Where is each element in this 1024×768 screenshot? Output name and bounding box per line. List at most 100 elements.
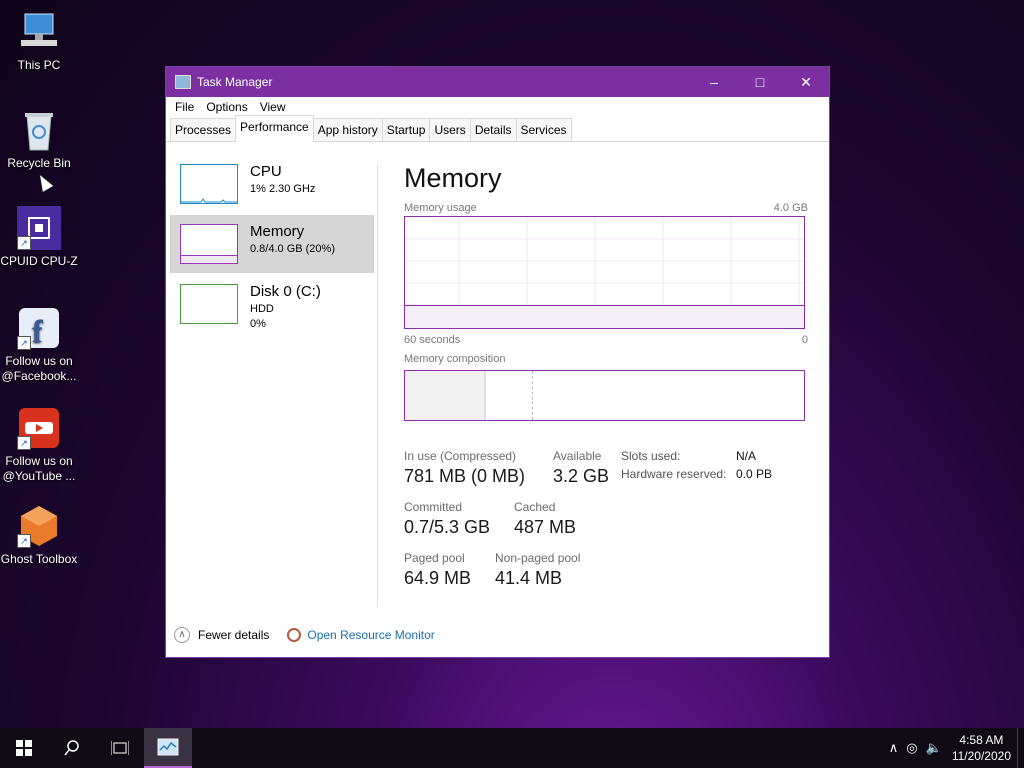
in-use-value: 781 MB (0 MB): [404, 466, 526, 486]
resource-item-cpu[interactable]: CPU 1% 2.30 GHz: [170, 155, 374, 213]
show-desktop-button[interactable]: [1017, 728, 1024, 768]
disk-type: HDD: [250, 303, 274, 315]
clock[interactable]: 4:58 AM 11/20/2020: [952, 732, 1011, 764]
resource-name: Memory: [250, 223, 305, 240]
chevron-up-icon[interactable]: ∧: [174, 627, 190, 643]
resource-item-memory[interactable]: Memory 0.8/4.0 GB (20%): [170, 215, 374, 273]
shortcut-arrow-icon: ↗: [17, 336, 31, 350]
maximize-icon[interactable]: □: [737, 67, 783, 97]
non-paged-pool-value: 41.4 MB: [495, 568, 563, 588]
resource-name: CPU: [250, 163, 282, 180]
taskbar: ∧ ◎ 🔈 4:58 AM 11/20/2020: [0, 728, 1024, 768]
task-view-icon[interactable]: [96, 728, 144, 768]
chevron-up-icon[interactable]: ∧: [889, 740, 899, 756]
composition-in-use: [405, 371, 486, 420]
tab-startup[interactable]: Startup: [381, 118, 431, 141]
fewer-details-link[interactable]: Fewer details: [198, 628, 269, 642]
window-footer: ∧ Fewer details Open Resource Monitor: [174, 625, 435, 645]
task-manager-icon: [175, 75, 191, 89]
performance-content: CPU 1% 2.30 GHz Memory 0.8/4.0 GB (20%) …: [166, 143, 829, 607]
memory-composition-bar: [404, 370, 805, 421]
paged-pool-label: Paged pool: [404, 551, 465, 565]
desktop-icon-ghost-toolbox[interactable]: ↗ Ghost Toolbox: [0, 504, 78, 567]
resource-detail: 1% 2.30 GHz: [250, 183, 316, 195]
menu-bar: File Options View: [166, 97, 829, 117]
page-title: Memory: [404, 163, 502, 193]
cached-label: Cached: [514, 500, 556, 514]
volume-muted-icon[interactable]: 🔈: [926, 740, 942, 756]
menu-options[interactable]: Options: [200, 100, 253, 114]
menu-file[interactable]: File: [169, 100, 200, 114]
desktop-icon-cpu-z[interactable]: ↗ CPUID CPU-Z: [0, 206, 78, 269]
memory-thumbnail-graph: [180, 224, 238, 264]
resource-name: Disk 0 (C:): [250, 283, 321, 300]
tab-app-history[interactable]: App history: [312, 118, 383, 141]
tab-users[interactable]: Users: [429, 118, 471, 141]
cached-value: 487 MB: [514, 517, 577, 537]
slots-used-label: Slots used:: [621, 449, 681, 463]
cpu-z-icon: ↗: [17, 206, 61, 250]
committed-label: Committed: [404, 500, 463, 514]
title-bar[interactable]: Task Manager – □ ✕: [166, 67, 829, 97]
start-button[interactable]: [0, 728, 48, 768]
desktop-icon-facebook[interactable]: f ↗ Follow us on @Facebook...: [0, 306, 78, 384]
facebook-icon: f ↗: [17, 306, 61, 350]
minimize-icon[interactable]: –: [691, 67, 737, 97]
composition-modified: [486, 371, 533, 420]
resource-detail: 0.8/4.0 GB (20%): [250, 243, 335, 255]
tab-performance[interactable]: Performance: [235, 115, 314, 142]
available-label: Available: [553, 449, 602, 463]
desktop-icon-label: Follow us on @Facebook...: [1, 354, 77, 383]
paged-pool-value: 64.9 MB: [404, 568, 472, 588]
shortcut-arrow-icon: ↗: [17, 236, 31, 250]
memory-usage-fill: [405, 304, 804, 328]
tab-bar: Processes Performance App history Startu…: [166, 115, 829, 142]
tab-details[interactable]: Details: [469, 118, 517, 141]
disk-usage: 0%: [250, 318, 266, 330]
window-title: Task Manager: [197, 75, 273, 89]
tab-services[interactable]: Services: [515, 118, 572, 141]
clock-time: 4:58 AM: [959, 733, 1004, 747]
shortcut-arrow-icon: ↗: [17, 436, 31, 450]
search-icon[interactable]: [48, 728, 96, 768]
desktop-icon-label: Recycle Bin: [7, 156, 71, 170]
slots-used-value: N/A: [736, 449, 757, 463]
tab-processes[interactable]: Processes: [170, 118, 237, 141]
taskbar-task-manager[interactable]: [144, 728, 192, 768]
system-tray: ∧ ◎ 🔈 4:58 AM 11/20/2020: [885, 728, 1024, 768]
memory-usage-label: Memory usage: [404, 202, 477, 214]
desktop-icon-youtube[interactable]: ↗ Follow us on @YouTube ...: [0, 406, 78, 484]
in-use-label: In use (Compressed): [404, 449, 517, 463]
non-paged-pool-label: Non-paged pool: [495, 551, 581, 565]
youtube-icon: ↗: [17, 406, 61, 450]
desktop-icon-recycle-bin[interactable]: Recycle Bin: [0, 108, 78, 171]
memory-max-label: 4.0 GB: [773, 202, 808, 214]
menu-view[interactable]: View: [254, 100, 292, 114]
graph-time-right: 0: [801, 334, 808, 346]
desktop-icon-label: Follow us on @YouTube ...: [2, 454, 76, 483]
hardware-reserved-label: Hardware reserved:: [621, 467, 727, 481]
resource-list: CPU 1% 2.30 GHz Memory 0.8/4.0 GB (20%) …: [170, 155, 374, 335]
hardware-reserved-value: 0.0 PB: [736, 467, 773, 481]
resource-monitor-icon: [287, 628, 302, 642]
network-globe-icon[interactable]: ◎: [906, 740, 917, 756]
memory-composition-label: Memory composition: [404, 353, 506, 365]
committed-value: 0.7/5.3 GB: [404, 517, 491, 537]
task-manager-window: Task Manager – □ ✕ File Options View Pro…: [165, 66, 830, 658]
open-resource-monitor-link[interactable]: Open Resource Monitor: [307, 628, 434, 642]
windows-logo-icon: [16, 740, 32, 756]
disk-thumbnail-graph: [180, 284, 238, 324]
computer-icon: [17, 10, 61, 54]
desktop-icon-this-pc[interactable]: This PC: [0, 10, 78, 73]
clock-date: 11/20/2020: [951, 749, 1011, 763]
cpu-thumbnail-graph: [180, 164, 238, 204]
graph-time-left: 60 seconds: [404, 334, 461, 346]
memory-usage-graph: [404, 216, 805, 329]
desktop-icon-label: Ghost Toolbox: [0, 552, 78, 566]
recycle-bin-icon: [17, 108, 61, 152]
desktop-icon-label: This PC: [17, 58, 61, 72]
task-manager-icon: [157, 738, 179, 756]
shortcut-arrow-icon: ↗: [17, 534, 31, 548]
resource-item-disk[interactable]: Disk 0 (C:) HDD 0%: [170, 275, 374, 333]
close-icon[interactable]: ✕: [783, 67, 829, 97]
